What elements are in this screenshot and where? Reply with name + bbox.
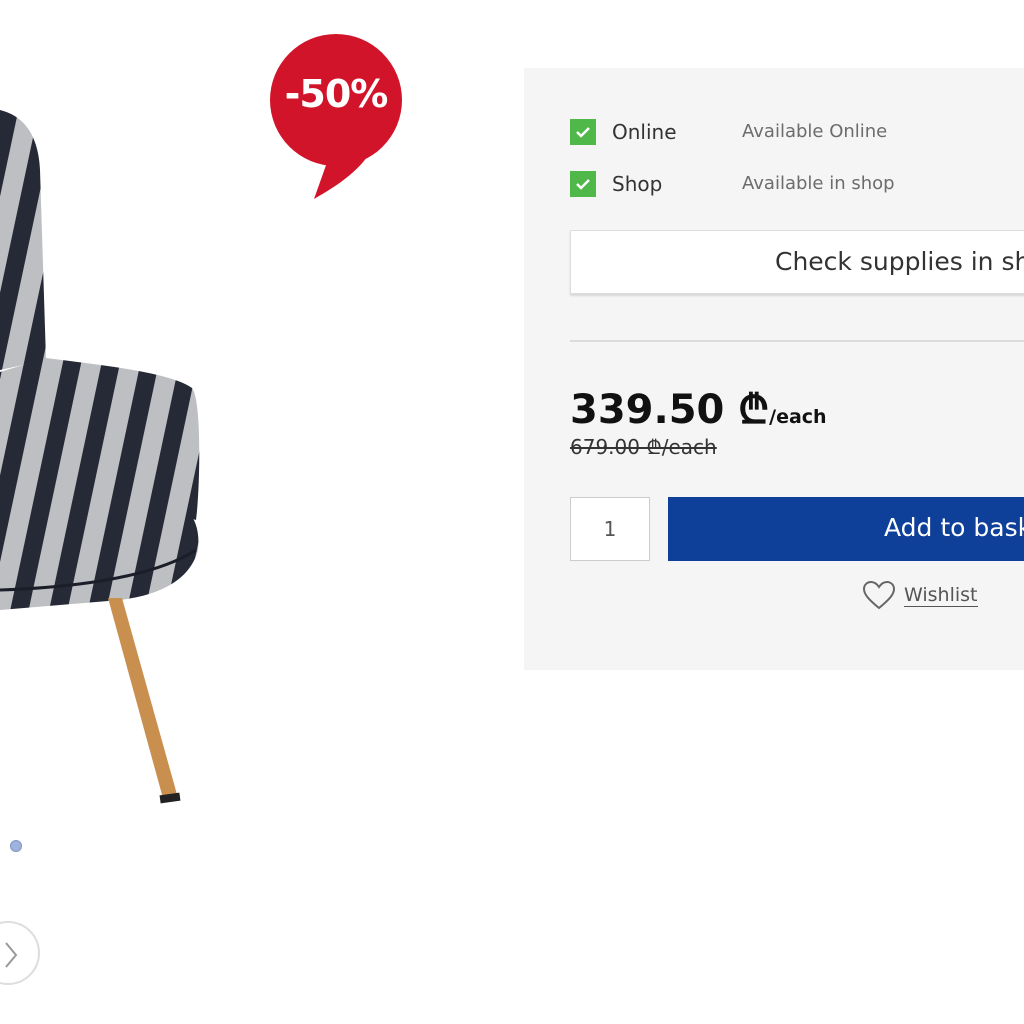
check-supplies-button[interactable]: Check supplies in sho bbox=[570, 230, 1024, 294]
availability-status: Available Online bbox=[742, 121, 888, 142]
discount-label: -50% bbox=[284, 72, 389, 116]
product-image bbox=[0, 110, 210, 810]
divider bbox=[570, 340, 1024, 342]
availability-label: Shop bbox=[612, 172, 663, 196]
checkmark-icon bbox=[570, 171, 596, 197]
current-price: 339.50 ₾/each bbox=[570, 380, 827, 435]
purchase-panel: Online Available Online Shop Available i… bbox=[524, 68, 1024, 670]
wishlist-link[interactable]: Wishlist bbox=[862, 578, 992, 614]
check-supplies-label: Check supplies in sho bbox=[775, 247, 1024, 276]
chevron-right-icon bbox=[5, 942, 18, 968]
availability-status: Available in shop bbox=[742, 173, 895, 194]
heart-icon bbox=[862, 580, 896, 610]
quantity-input[interactable] bbox=[570, 497, 650, 561]
checkmark-icon bbox=[570, 119, 596, 145]
availability-row-shop: Shop Available in shop bbox=[570, 171, 895, 197]
add-to-basket-button[interactable]: Add to bask bbox=[668, 497, 1024, 561]
availability-label: Online bbox=[612, 120, 677, 144]
price-amount: 339.50 ₾ bbox=[570, 387, 770, 433]
price-unit: /each bbox=[769, 406, 827, 428]
wishlist-label: Wishlist bbox=[904, 584, 978, 607]
original-price: 679.00 ₾/each bbox=[570, 435, 717, 459]
add-to-basket-label: Add to bask bbox=[884, 513, 1024, 542]
discount-badge bbox=[270, 34, 410, 204]
availability-row-online: Online Available Online bbox=[570, 119, 887, 145]
carousel-next-button[interactable] bbox=[0, 921, 40, 985]
carousel-dot[interactable] bbox=[10, 840, 22, 852]
